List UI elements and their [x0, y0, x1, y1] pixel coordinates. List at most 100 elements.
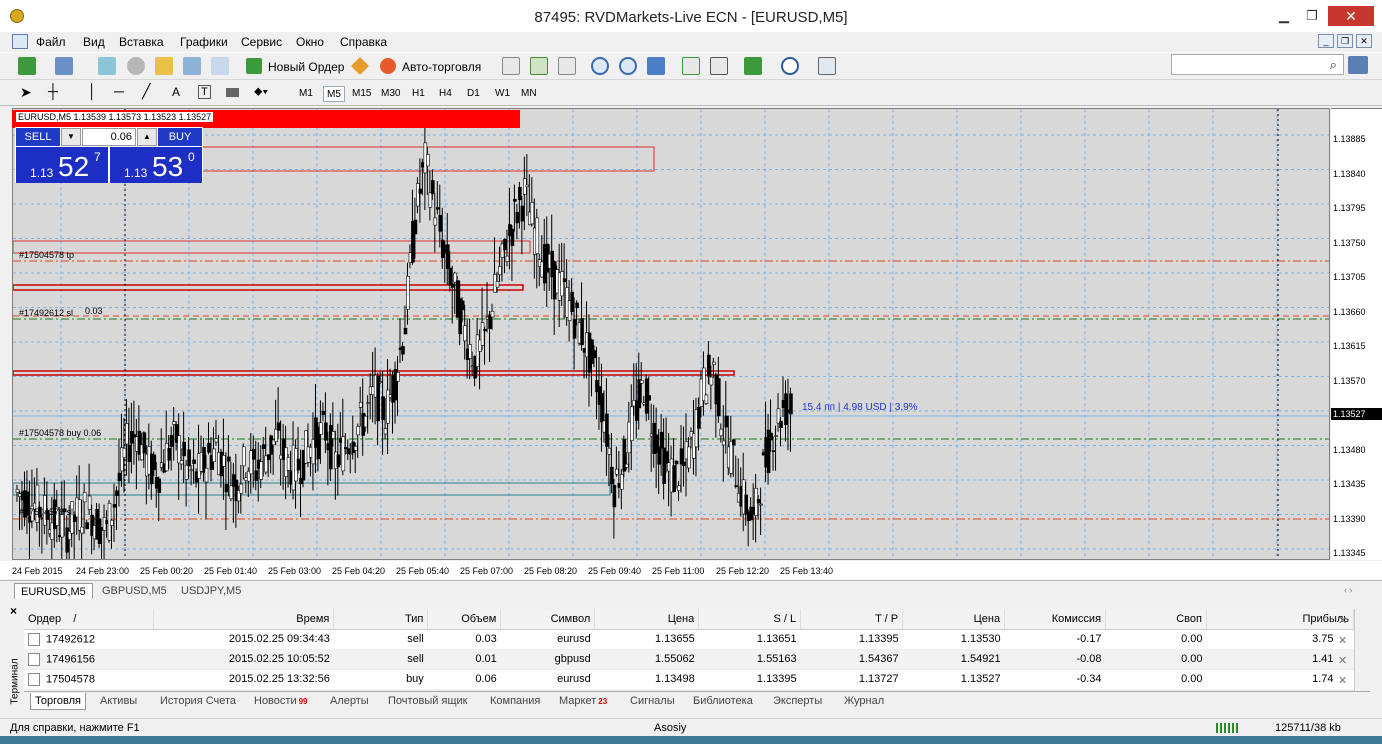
tile-windows-icon[interactable] [647, 57, 665, 75]
profiles-icon[interactable] [55, 57, 73, 75]
cursor-icon[interactable]: ➤ [20, 84, 32, 101]
zoom-in-icon[interactable] [591, 57, 609, 75]
close-button[interactable]: ✕ [1328, 6, 1374, 26]
menu-help[interactable]: Справка [340, 35, 387, 49]
order-row[interactable]: 17492612 2015.02.25 09:34:43 sell 0.03 e… [24, 629, 1354, 650]
horizontal-line-icon[interactable]: ─ [114, 83, 124, 99]
terminal-tab-10[interactable]: Эксперты [769, 693, 826, 710]
col-tp[interactable]: T / P [800, 609, 904, 630]
search-icon[interactable]: ⌕ [1330, 57, 1337, 73]
templates-icon[interactable] [818, 57, 836, 75]
trendline-icon[interactable]: ╱ [142, 83, 150, 100]
chart-tab-gbpusd[interactable]: GBPUSD,M5 [96, 583, 173, 599]
tabs-scroll-icon[interactable]: ‹ › [1344, 585, 1353, 595]
col-commission[interactable]: Комиссия [1004, 609, 1107, 630]
shapes-dropdown-icon[interactable]: ⬥▾ [254, 84, 268, 99]
col-price[interactable]: Цена [594, 609, 700, 630]
community-icon[interactable] [1348, 56, 1368, 74]
order-row[interactable]: 17496156 2015.02.25 10:05:52 sell 0.01 g… [24, 649, 1354, 670]
chart-area[interactable] [12, 108, 1330, 560]
order-sl[interactable]: 1.13651 [698, 629, 801, 650]
col-profit[interactable]: Прибыль [1206, 609, 1355, 630]
bar-chart-icon[interactable] [502, 57, 520, 75]
terminal-icon[interactable] [183, 57, 201, 75]
navigator-icon[interactable] [127, 57, 145, 75]
col-order[interactable]: Ордер / [24, 609, 155, 630]
col-time[interactable]: Время [153, 609, 335, 630]
order-sl[interactable]: 1.13395 [698, 669, 801, 690]
new-order-icon[interactable] [246, 58, 262, 74]
menu-file[interactable]: Файл [36, 35, 66, 49]
metaeditor-icon[interactable] [350, 56, 370, 76]
tf-m1[interactable]: M1 [296, 86, 316, 102]
terminal-tab-9[interactable]: Библиотека [689, 693, 757, 710]
col-swap[interactable]: Своп [1105, 609, 1207, 630]
volume-down-button[interactable]: ▼ [61, 128, 81, 146]
bid-price-button[interactable]: 1.13 52 7 [16, 147, 108, 183]
col-type[interactable]: Тип [333, 609, 429, 630]
col-volume[interactable]: Объем [427, 609, 502, 630]
auto-trading-button[interactable]: Авто-торговля [402, 60, 481, 74]
terminal-tab-6[interactable]: Компания [486, 693, 544, 710]
menu-window[interactable]: Окно [296, 35, 324, 49]
order-tp[interactable]: 1.13395 [800, 629, 903, 650]
strategy-tester-icon[interactable] [211, 57, 229, 75]
col-symbol[interactable]: Символ [500, 609, 596, 630]
minimize-button[interactable]: ▁ [1270, 7, 1298, 25]
sell-button[interactable]: SELL [16, 128, 60, 146]
text-tool-icon[interactable]: A [172, 85, 180, 99]
volume-input[interactable]: 0.06 [82, 128, 136, 146]
mdi-minimize-button[interactable]: _ [1318, 34, 1334, 48]
tf-m5[interactable]: M5 [323, 86, 345, 102]
col-sl[interactable]: S / L [698, 609, 802, 630]
close-order-icon[interactable]: ✕ [1338, 634, 1347, 647]
label-tool-icon[interactable]: T [198, 85, 211, 99]
terminal-tab-8[interactable]: Сигналы [626, 693, 679, 710]
indicators-icon[interactable] [744, 57, 762, 75]
terminal-tab-0[interactable]: Торговля [30, 693, 86, 710]
price-chart[interactable] [13, 109, 1330, 560]
chart-tab-eurusd[interactable]: EURUSD,M5 [14, 583, 93, 599]
order-tp[interactable]: 1.54367 [800, 649, 903, 670]
new-chart-icon[interactable] [18, 57, 36, 75]
menu-view[interactable]: Вид [83, 35, 105, 49]
buy-button[interactable]: BUY [158, 128, 202, 146]
data-window-icon[interactable] [155, 57, 173, 75]
terminal-tab-3[interactable]: Новости 99 [250, 693, 312, 710]
new-order-button[interactable]: Новый Ордер [268, 60, 344, 74]
autoscroll-icon[interactable] [710, 57, 728, 75]
candle-chart-icon[interactable] [530, 57, 548, 75]
tf-m30[interactable]: M30 [378, 86, 403, 102]
col-current-price[interactable]: Цена [902, 609, 1006, 630]
mdi-restore-button[interactable]: ❐ [1337, 34, 1353, 48]
crosshair-icon[interactable]: ┼ [48, 83, 58, 99]
mdi-close-button[interactable]: ✕ [1356, 34, 1372, 48]
periods-icon[interactable] [781, 57, 799, 75]
order-row[interactable]: 17504578 2015.02.25 13:32:56 buy 0.06 eu… [24, 669, 1354, 690]
tf-w1[interactable]: W1 [492, 86, 513, 102]
zoom-out-icon[interactable] [619, 57, 637, 75]
terminal-tab-7[interactable]: Маркет 23 [555, 693, 611, 710]
terminal-tab-11[interactable]: Журнал [840, 693, 888, 710]
menu-insert[interactable]: Вставка [119, 35, 164, 49]
menu-tools[interactable]: Сервис [241, 35, 282, 49]
maximize-button[interactable]: ❐ [1298, 7, 1326, 25]
tf-mn[interactable]: MN [518, 86, 540, 102]
line-chart-icon[interactable] [558, 57, 576, 75]
vertical-line-icon[interactable]: │ [88, 83, 97, 99]
close-order-icon[interactable]: ✕ [1338, 654, 1347, 667]
terminal-tab-1[interactable]: Активы [96, 693, 141, 710]
auto-trading-icon[interactable] [380, 58, 396, 74]
terminal-tab-5[interactable]: Почтовый ящик [384, 693, 471, 710]
market-watch-icon[interactable] [98, 57, 116, 75]
arrow-tool-icon[interactable] [226, 88, 239, 97]
ask-price-button[interactable]: 1.13 53 0 [110, 147, 202, 183]
volume-up-button[interactable]: ▲ [137, 128, 157, 146]
order-tp[interactable]: 1.13727 [800, 669, 903, 690]
terminal-tab-4[interactable]: Алерты [326, 693, 373, 710]
tf-h1[interactable]: H1 [409, 86, 428, 102]
chart-shift-icon[interactable] [682, 57, 700, 75]
terminal-tab-2[interactable]: История Счета [156, 693, 240, 710]
close-order-icon[interactable]: ✕ [1338, 614, 1347, 627]
tf-d1[interactable]: D1 [464, 86, 483, 102]
